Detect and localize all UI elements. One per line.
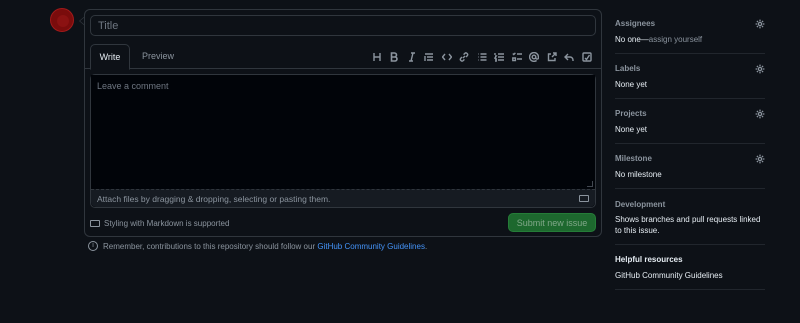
projects-heading: Projects xyxy=(615,109,647,118)
sidebar-guidelines-link[interactable]: GitHub Community Guidelines xyxy=(615,270,723,281)
quote-icon[interactable] xyxy=(421,50,439,64)
mention-icon[interactable] xyxy=(526,50,544,64)
undo-reply-icon[interactable] xyxy=(561,50,579,64)
development-value: Shows branches and pull requests linked … xyxy=(615,215,761,235)
task-list-icon[interactable] xyxy=(508,50,526,64)
comment-box: Attach files by dragging & dropping, sel… xyxy=(90,74,596,208)
submit-new-issue-button[interactable]: Submit new issue xyxy=(508,213,596,232)
markdown-note[interactable]: Styling with Markdown is supported xyxy=(90,219,229,228)
numbered-list-icon[interactable] xyxy=(491,50,509,64)
gear-icon[interactable] xyxy=(755,109,765,119)
info-icon: i xyxy=(88,241,98,251)
tab-preview[interactable]: Preview xyxy=(138,44,178,69)
tab-write[interactable]: Write xyxy=(90,44,130,70)
markdown-toolbar xyxy=(368,50,596,64)
milestone-section: Milestone No milestone xyxy=(615,144,765,189)
gear-icon[interactable] xyxy=(755,154,765,164)
markdown-note-text: Styling with Markdown is supported xyxy=(104,219,230,228)
milestone-value: No milestone xyxy=(615,170,662,179)
gear-icon[interactable] xyxy=(755,64,765,74)
milestone-heading: Milestone xyxy=(615,154,652,163)
issue-composer: Write Preview Attach files by dragging &… xyxy=(84,9,602,237)
labels-heading: Labels xyxy=(615,64,641,73)
attach-files-text: Attach files by dragging & dropping, sel… xyxy=(97,194,331,204)
bold-icon[interactable] xyxy=(386,50,404,64)
labels-value: None yet xyxy=(615,80,648,89)
assign-yourself-link[interactable]: assign yourself xyxy=(649,35,702,44)
cross-reference-icon[interactable] xyxy=(543,50,561,64)
markdown-icon xyxy=(90,220,100,227)
title-input[interactable] xyxy=(90,15,596,36)
assignees-none: No one— xyxy=(615,35,649,44)
community-guidelines-link[interactable]: GitHub Community Guidelines xyxy=(317,242,425,251)
assignees-heading: Assignees xyxy=(615,19,656,28)
bulleted-list-icon[interactable] xyxy=(473,50,491,64)
development-section: Development Shows branches and pull requ… xyxy=(615,189,765,245)
italic-icon[interactable] xyxy=(403,50,421,64)
editor-tabs: Write Preview xyxy=(85,44,601,70)
contribution-reminder: i Remember, contributions to this reposi… xyxy=(88,241,427,251)
fullscreen-icon[interactable] xyxy=(578,50,596,64)
reminder-suffix: . xyxy=(424,241,428,251)
markdown-icon xyxy=(579,195,589,202)
comment-textarea[interactable] xyxy=(91,75,595,189)
labels-section: Labels None yet xyxy=(615,54,765,99)
heading-icon[interactable] xyxy=(368,50,386,64)
code-icon[interactable] xyxy=(438,50,456,64)
projects-value: None yet xyxy=(615,125,648,134)
link-icon[interactable] xyxy=(456,50,474,64)
gear-icon[interactable] xyxy=(755,19,765,29)
resize-handle[interactable] xyxy=(587,181,593,187)
helpful-resources-heading: Helpful resources xyxy=(615,255,683,264)
assignees-value: No one—assign yourself xyxy=(615,34,702,45)
assignees-section: Assignees No one—assign yourself xyxy=(615,10,765,54)
projects-section: Projects None yet xyxy=(615,99,765,144)
attach-files-bar[interactable]: Attach files by dragging & dropping, sel… xyxy=(91,189,595,207)
avatar[interactable] xyxy=(50,8,74,32)
helpful-resources-section: Helpful resources GitHub Community Guide… xyxy=(615,245,765,290)
development-heading: Development xyxy=(615,200,666,209)
reminder-text: Remember, contributions to this reposito… xyxy=(103,241,316,251)
